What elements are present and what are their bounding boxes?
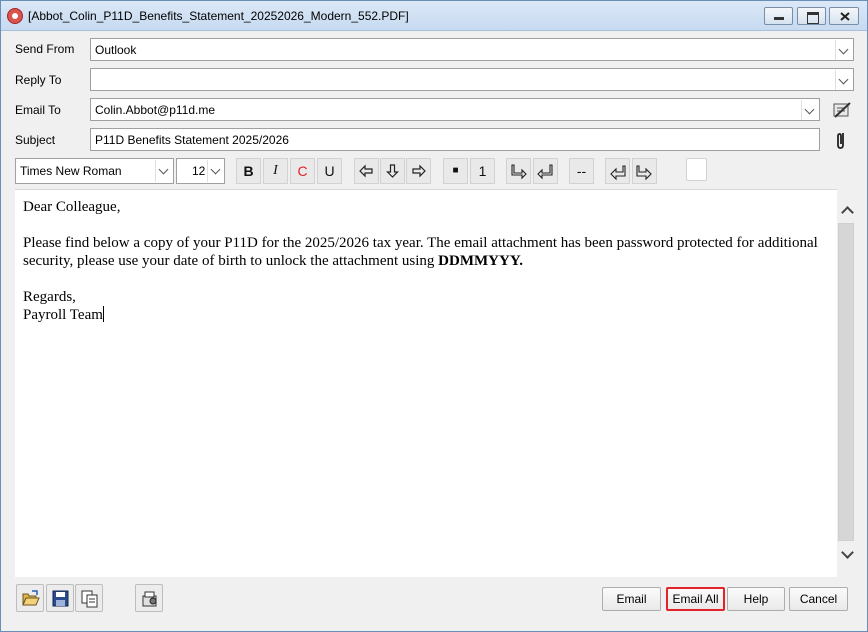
font-size-select[interactable]: 12: [176, 158, 225, 184]
body-paragraph-text: Please find below a copy of your P11D fo…: [23, 235, 818, 269]
reply-to-select[interactable]: [90, 68, 854, 91]
italic-button[interactable]: I: [263, 158, 288, 184]
body-signature-line: Payroll Team: [23, 306, 833, 324]
email-to-value: Colin.Abbot@p11d.me: [95, 103, 216, 117]
chevron-down-icon[interactable]: [835, 70, 852, 90]
copy-button[interactable]: [75, 584, 103, 612]
maximize-icon: [798, 8, 825, 24]
font-family-value: Times New Roman: [20, 164, 122, 178]
email-all-button-label: Email All: [672, 592, 719, 606]
undo-button[interactable]: [605, 158, 630, 184]
title-bar: [Abbot_Colin_P11D_Benefits_Statement_202…: [1, 1, 867, 31]
chevron-down-icon[interactable]: [207, 160, 223, 182]
arrow-down-icon: [386, 164, 399, 178]
email-to-select[interactable]: Colin.Abbot@p11d.me: [90, 98, 820, 121]
body-paragraph: Please find below a copy of your P11D fo…: [23, 234, 833, 270]
scrollbar-thumb[interactable]: [838, 223, 854, 541]
redo-icon: [636, 165, 652, 181]
undo-icon: [610, 165, 626, 181]
minimize-button[interactable]: [764, 7, 793, 25]
folder-open-icon: [22, 590, 40, 606]
bullet-list-button[interactable]: ■: [443, 158, 468, 184]
subject-input[interactable]: P11D Benefits Statement 2025/2026: [90, 128, 820, 151]
open-button[interactable]: [16, 584, 44, 612]
editor-scrollbar[interactable]: [837, 189, 855, 577]
window-title: [Abbot_Colin_P11D_Benefits_Statement_202…: [28, 9, 409, 23]
app-logo-icon: [7, 8, 23, 24]
cancel-button[interactable]: Cancel: [789, 587, 848, 611]
align-right-button[interactable]: [406, 158, 431, 184]
align-center-button[interactable]: [380, 158, 405, 184]
close-icon: [840, 12, 850, 21]
maximize-button[interactable]: [797, 7, 826, 25]
cancel-button-label: Cancel: [799, 592, 838, 606]
underline-button[interactable]: U: [317, 158, 342, 184]
send-from-value: Outlook: [95, 43, 137, 57]
outdent-icon: [537, 164, 553, 180]
align-left-button[interactable]: [354, 158, 379, 184]
email-all-button[interactable]: Email All: [666, 587, 725, 611]
address-book-button[interactable]: [831, 99, 853, 121]
body-paragraph-bold: DDMMYYY.: [438, 253, 524, 269]
email-to-label: Email To: [15, 103, 61, 117]
send-from-label: Send From: [15, 42, 75, 56]
body-signoff: Regards,: [23, 289, 76, 305]
message-body-editor[interactable]: Dear Colleague, Please find below a copy…: [15, 189, 855, 577]
chevron-down-icon[interactable]: [835, 40, 852, 60]
numbered-list-button[interactable]: 1: [470, 158, 495, 184]
paperclip-icon: [837, 133, 844, 149]
email-dialog-window: [Abbot_Colin_P11D_Benefits_Statement_202…: [0, 0, 868, 632]
arrow-left-icon: [359, 164, 373, 178]
bold-button[interactable]: B: [236, 158, 261, 184]
outdent-button[interactable]: [533, 158, 558, 184]
font-family-select[interactable]: Times New Roman: [15, 158, 174, 184]
copy-icon: [81, 590, 98, 608]
close-button[interactable]: [829, 7, 859, 25]
redo-button[interactable]: [632, 158, 657, 184]
settings-icon: [142, 591, 157, 607]
scroll-down-icon[interactable]: [840, 549, 852, 561]
chevron-down-icon[interactable]: [155, 160, 172, 182]
help-button-label: Help: [743, 592, 769, 606]
font-size-value: 12: [192, 164, 206, 178]
reply-to-label: Reply To: [15, 73, 62, 87]
address-book-icon: [833, 102, 851, 118]
attachment-button[interactable]: [831, 129, 853, 151]
save-button[interactable]: [46, 584, 74, 612]
text-caret: [102, 306, 104, 322]
minimize-icon: [765, 8, 792, 24]
message-body-text[interactable]: Dear Colleague, Please find below a copy…: [23, 198, 833, 324]
chevron-down-icon[interactable]: [801, 100, 818, 120]
text-color-button[interactable]: C: [290, 158, 315, 184]
horizontal-rule-button[interactable]: --: [569, 158, 594, 184]
settings-button[interactable]: [135, 584, 163, 612]
help-button[interactable]: Help: [727, 587, 785, 611]
email-button[interactable]: Email: [602, 587, 661, 611]
subject-label: Subject: [15, 133, 56, 147]
body-signature: Payroll Team: [23, 307, 103, 323]
indent-icon: [511, 164, 527, 180]
indent-button[interactable]: [506, 158, 531, 184]
color-swatch-button[interactable]: [686, 158, 707, 181]
arrow-right-icon: [412, 164, 426, 178]
scroll-up-icon[interactable]: [840, 205, 852, 217]
email-button-label: Email: [616, 592, 647, 606]
save-icon: [52, 590, 69, 607]
subject-value: P11D Benefits Statement 2025/2026: [95, 133, 289, 147]
body-greeting: Dear Colleague,: [23, 199, 121, 215]
send-from-select[interactable]: Outlook: [90, 38, 854, 61]
